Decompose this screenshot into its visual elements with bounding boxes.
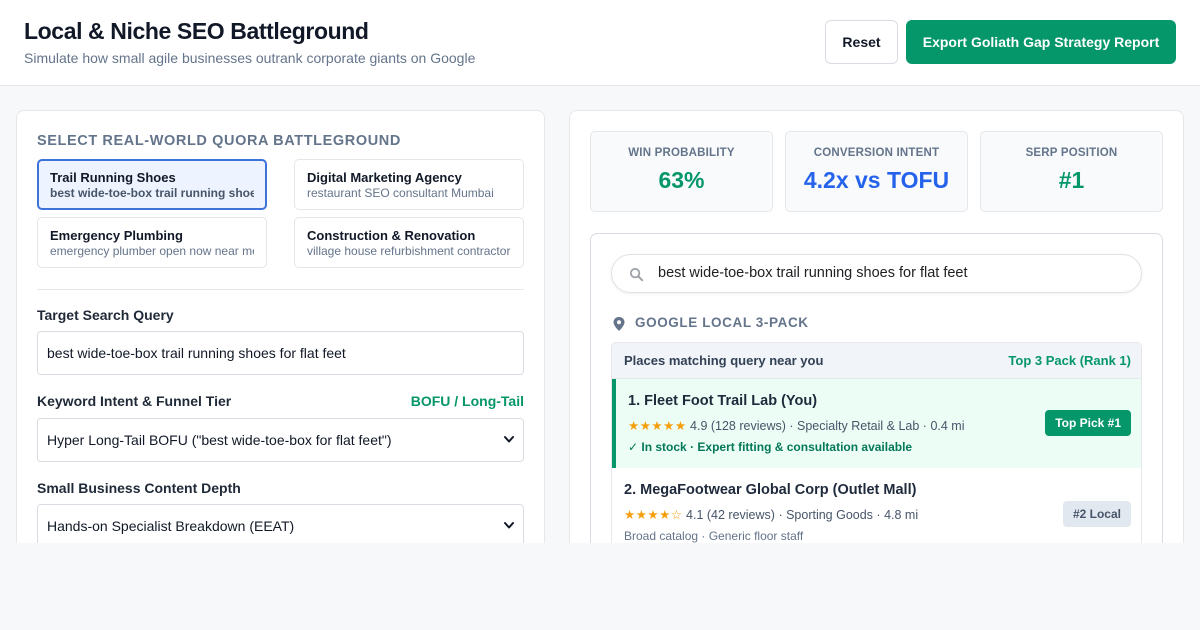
intent-tier-select[interactable]: Hyper Long-Tail BOFU ("best wide-toe-box…	[37, 418, 524, 462]
serp-search-box[interactable]: best wide-toe-box trail running shoes fo…	[611, 254, 1142, 293]
card-title: Trail Running Shoes	[50, 170, 176, 185]
chevron-down-icon	[503, 505, 515, 543]
content-depth-value: Hands-on Specialist Breakdown (EEAT)	[47, 518, 295, 534]
results-header: Places matching query near you Top 3 Pac…	[612, 343, 1141, 379]
settings-panel: SELECT REAL-WORLD QUORA BATTLEGROUND Tra…	[16, 110, 545, 543]
stat-value: 4.2x vs TOFU	[803, 167, 950, 193]
star-rating-icon: ★★★★★	[628, 419, 687, 433]
page-title: Local & Niche SEO Battleground	[24, 18, 369, 44]
business-category: Sporting Goods	[786, 508, 873, 522]
search-icon	[628, 266, 645, 283]
card-subtitle: emergency plumber open now near me	[50, 244, 254, 258]
stat-label: WIN PROBABILITY	[628, 147, 735, 159]
card-subtitle: best wide-toe-box trail running shoes...	[50, 186, 254, 200]
battleground-section-title: SELECT REAL-WORLD QUORA BATTLEGROUND	[37, 133, 401, 149]
business-note: ✓ In stock · Expert fitting & consultati…	[628, 440, 913, 454]
stat-label: SERP POSITION	[1025, 147, 1118, 159]
business-rating: 4.9 (128 reviews)	[690, 419, 786, 433]
business-category: Specialty Retail & Lab	[797, 419, 920, 433]
content-depth-select[interactable]: Hands-on Specialist Breakdown (EEAT)	[37, 504, 524, 543]
results-rank-indicator: Top 3 Pack (Rank 1)	[1008, 353, 1131, 368]
export-report-button[interactable]: Export Goliath Gap Strategy Report	[906, 20, 1176, 64]
business-distance: 0.4 mi	[930, 419, 965, 433]
battleground-card-digital-marketing-agency[interactable]: Digital Marketing Agency restaurant SEO …	[294, 159, 524, 210]
card-title: Construction & Renovation	[307, 228, 476, 243]
intent-tier-value: Hyper Long-Tail BOFU ("best wide-toe-box…	[47, 432, 392, 448]
serp-preview: best wide-toe-box trail running shoes fo…	[590, 233, 1163, 543]
battleground-card-trail-running-shoes[interactable]: Trail Running Shoes best wide-toe-box tr…	[37, 159, 267, 210]
business-name: 2. MegaFootwear Global Corp (Outlet Mall…	[624, 482, 917, 498]
stat-label: CONVERSION INTENT	[813, 147, 940, 159]
business-note: Broad catalog · Generic floor staff	[624, 529, 804, 543]
stat-value: 63%	[658, 167, 705, 193]
rank-badge: Top Pick #1	[1045, 410, 1131, 436]
local-pack-label: GOOGLE LOCAL 3-PACK	[635, 315, 809, 330]
battleground-card-emergency-plumbing[interactable]: Emergency Plumbing emergency plumber ope…	[37, 217, 267, 268]
search-query-input[interactable]	[37, 331, 524, 375]
intent-tier-tag: BOFU / Long-Tail	[410, 393, 524, 409]
content-depth-label: Small Business Content Depth	[37, 480, 241, 496]
top-bar: Local & Niche SEO Battleground Simulate …	[0, 0, 1200, 86]
serp-search-text: best wide-toe-box trail running shoes fo…	[658, 265, 968, 281]
business-meta: ★★★★★ 4.9 (128 reviews) · Specialty Reta…	[628, 419, 965, 433]
card-subtitle: village house refurbishment contractor	[307, 244, 511, 258]
rank-badge: #2 Local	[1062, 501, 1131, 527]
card-subtitle: restaurant SEO consultant Mumbai	[307, 186, 494, 200]
stat-card-serp-position: SERP POSITION #1	[980, 131, 1163, 212]
divider	[37, 289, 524, 290]
map-pin-icon	[612, 316, 626, 332]
page-subtitle: Simulate how small agile businesses outr…	[24, 50, 476, 66]
business-name: 1. Fleet Foot Trail Lab (You)	[628, 393, 818, 409]
local-pack-results: Places matching query near you Top 3 Pac…	[611, 342, 1142, 543]
star-rating-icon: ★★★★☆	[624, 508, 683, 522]
query-label: Target Search Query	[37, 307, 174, 323]
stat-card-win-probability: WIN PROBABILITY 63%	[590, 131, 773, 212]
business-distance: 4.8 mi	[884, 508, 919, 522]
results-panel: WIN PROBABILITY 63% CONVERSION INTENT 4.…	[569, 110, 1184, 543]
results-header-title: Places matching query near you	[624, 353, 824, 368]
chevron-down-icon	[503, 419, 515, 478]
stat-card-conversion-intent: CONVERSION INTENT 4.2x vs TOFU	[785, 131, 968, 212]
business-meta: ★★★★☆ 4.1 (42 reviews) · Sporting Goods …	[624, 508, 919, 522]
local-result-row[interactable]: 2. MegaFootwear Global Corp (Outlet Mall…	[612, 468, 1141, 543]
battleground-card-construction-renovation[interactable]: Construction & Renovation village house …	[294, 217, 524, 268]
business-rating: 4.1 (42 reviews)	[686, 508, 775, 522]
local-result-row[interactable]: 1. Fleet Foot Trail Lab (You) ★★★★★ 4.9 …	[612, 379, 1141, 468]
card-title: Digital Marketing Agency	[307, 170, 462, 185]
intent-label: Keyword Intent & Funnel Tier	[37, 393, 232, 409]
stat-value: #1	[1058, 167, 1085, 193]
card-title: Emergency Plumbing	[50, 228, 183, 243]
reset-button[interactable]: Reset	[825, 20, 898, 64]
